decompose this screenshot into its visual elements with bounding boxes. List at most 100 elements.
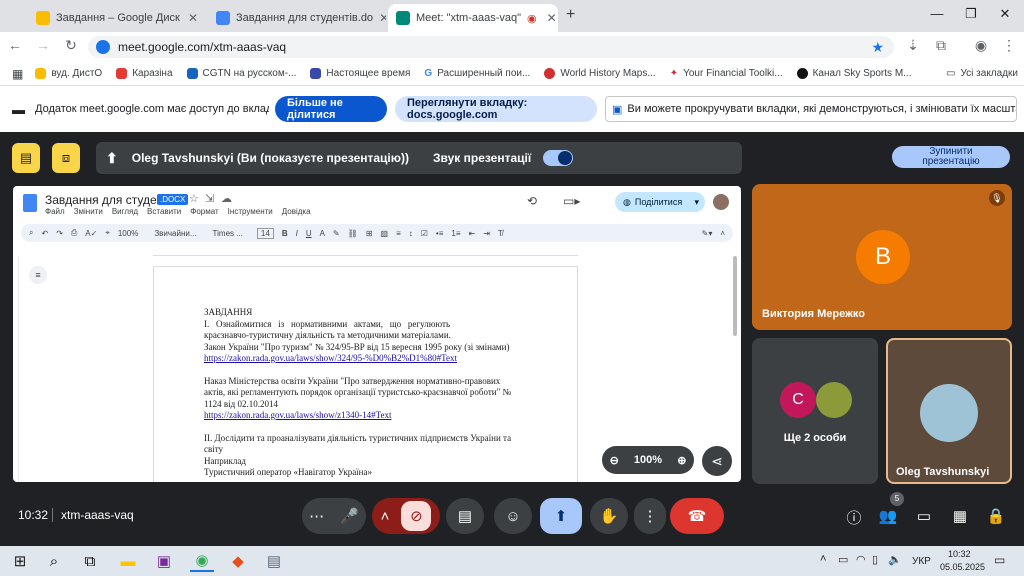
doc-link[interactable]: https://zakon.rada.gov.ua/laws/show/324/…	[204, 353, 549, 365]
chat-icon[interactable]: ▭	[914, 507, 934, 525]
activities-icon[interactable]: ▦	[950, 507, 970, 525]
style-select[interactable]: Звичайни...	[154, 229, 196, 238]
profile-icon[interactable]: ◉	[972, 37, 990, 54]
font-select[interactable]: Times ...	[213, 229, 243, 238]
bookmark-item[interactable]: ✦ Your Financial Toolki...	[670, 68, 783, 79]
align-icon[interactable]: ≡	[396, 229, 401, 238]
camera-control[interactable]: ˄ ⊘	[372, 498, 440, 534]
present-button[interactable]: ⬆	[540, 498, 582, 534]
redo-icon[interactable]: ↷	[56, 229, 63, 238]
clock-date[interactable]: 05.05.2025	[940, 562, 985, 572]
self-tile[interactable]: Oleg Tavshunskyi	[886, 338, 1012, 484]
zoom-out-icon[interactable]: ⊖	[610, 454, 619, 467]
minimize-button[interactable]: —	[922, 6, 952, 21]
spellcheck-icon[interactable]: A✓	[85, 229, 97, 238]
leave-call-button[interactable]: ☎	[670, 498, 724, 534]
sound-toggle[interactable]	[543, 150, 574, 166]
people-icon[interactable]: 👥	[878, 507, 898, 525]
raise-hand-button[interactable]: ✋	[590, 498, 628, 534]
maximize-button[interactable]: ❐	[956, 6, 986, 22]
doc-share-button[interactable]: ◍ Поділитися ▾	[615, 192, 705, 212]
tray-app-icon[interactable]: ▭	[838, 553, 848, 566]
zoom-in-icon[interactable]: ⊕	[677, 454, 686, 467]
extensions-icon[interactable]: ⧉	[932, 37, 950, 54]
bookmark-item[interactable]: CGTN на русском-...	[186, 68, 296, 79]
zoom-select[interactable]: 100%	[118, 229, 138, 238]
chevron-up-icon[interactable]: ˄	[720, 229, 725, 238]
print-icon[interactable]: ⎙	[71, 228, 77, 238]
view-tab-button[interactable]: Переглянути вкладку: docs.google.com	[395, 96, 597, 122]
notifications-icon[interactable]: ▭	[994, 553, 1005, 567]
italic-icon[interactable]: I	[296, 229, 298, 238]
bookmark-item[interactable]: Настоящее время	[310, 68, 410, 79]
office-app-icon[interactable]: ◆	[226, 550, 250, 572]
start-icon[interactable]: ⊞	[8, 550, 32, 572]
doc-page[interactable]: ЗАВДАННЯ І. Ознайомитися із нормативними…	[153, 266, 578, 482]
checklist-icon[interactable]: ☑	[421, 229, 428, 238]
language-indicator[interactable]: УКР	[912, 556, 931, 567]
apps-icon[interactable]: ▦	[12, 67, 23, 81]
bookmark-star-icon[interactable]: ★	[871, 39, 884, 56]
bold-icon[interactable]: B	[282, 229, 288, 238]
underline-icon[interactable]: U	[306, 229, 312, 238]
emoji-button[interactable]: ☺	[494, 498, 532, 534]
stop-sharing-button[interactable]: Більше не ділитися	[275, 96, 387, 122]
indent-icon[interactable]: ⇤	[469, 229, 476, 238]
text-color-icon[interactable]: A	[320, 229, 325, 238]
edit-mode-icon[interactable]: ✎▾	[702, 229, 713, 238]
close-icon[interactable]: ✕	[547, 11, 557, 25]
clock-time[interactable]: 10:32	[948, 549, 971, 559]
participant-tile[interactable]: 🎙 B Виктория Мережко	[752, 184, 1012, 330]
save-app-icon[interactable]: ▣	[152, 550, 176, 572]
tab-drive[interactable]: Завдання – Google Диск ✕	[28, 4, 206, 32]
task-view-icon[interactable]: ⧉	[78, 550, 102, 572]
forward-icon[interactable]: →	[34, 37, 52, 53]
menu-insert[interactable]: Вставити	[147, 207, 181, 216]
more-options-button[interactable]: ⋮	[634, 498, 666, 534]
numbered-list-icon[interactable]: 1≡	[451, 229, 460, 238]
chrome-icon[interactable]: ◉	[190, 550, 214, 572]
all-bookmarks[interactable]: ▭ Усі закладки	[946, 68, 1018, 79]
reload-icon[interactable]: ↻	[62, 37, 80, 54]
info-icon[interactable]: ⓘ	[844, 507, 864, 528]
host-controls-icon[interactable]: 🔒	[986, 507, 1006, 525]
close-icon[interactable]: ✕	[188, 11, 198, 25]
menu-help[interactable]: Довідка	[282, 207, 311, 216]
menu-tools[interactable]: Інструменти	[228, 207, 273, 216]
link-icon[interactable]: ⛓	[348, 229, 358, 238]
bookmark-item[interactable]: G Расширенный пои...	[424, 68, 530, 79]
history-icon[interactable]: ⟲	[527, 194, 537, 208]
bookmark-item[interactable]: Канал Sky Sports M...	[796, 68, 912, 79]
tray-chevron-icon[interactable]: ˄	[820, 553, 826, 565]
bookmark-item[interactable]: World History Maps...	[544, 68, 656, 79]
volume-icon[interactable]: 🔈	[888, 553, 902, 566]
site-info-icon[interactable]	[96, 40, 110, 54]
shared-doc-view[interactable]: Завдання для студентів .DOCX ☆ ⇲ ☁ Файл …	[13, 186, 741, 482]
menu-file[interactable]: Файл	[45, 207, 65, 216]
indent-more-icon[interactable]: ⇥	[483, 229, 490, 238]
menu-view[interactable]: Вигляд	[112, 207, 138, 216]
bookmark-item[interactable]: Каразіна	[116, 68, 173, 79]
doc-link[interactable]: https://zakon.rada.gov.ua/laws/show/z134…	[204, 410, 549, 422]
image-icon[interactable]: ▨	[381, 229, 389, 238]
captions-pin-icon[interactable]: ▤	[12, 143, 40, 173]
share-icon[interactable]: ⋖	[702, 446, 732, 476]
captions-button[interactable]: ▤	[446, 498, 484, 534]
move-icon[interactable]: ⇲	[205, 192, 214, 205]
chevron-up-icon[interactable]: ˄	[381, 508, 390, 525]
star-icon[interactable]: ☆	[189, 192, 199, 205]
address-bar[interactable]: meet.google.com/xtm-aaas-vaq ★	[88, 36, 894, 58]
battery-icon[interactable]: ▯	[872, 553, 878, 566]
menu-icon[interactable]: ⋮	[1000, 37, 1018, 54]
comment-icon[interactable]: ⊞	[366, 229, 373, 238]
camera-off-icon[interactable]: ⊘	[401, 501, 432, 531]
layout-icon[interactable]: ⧈	[52, 143, 80, 173]
camera-icon[interactable]: ▭▸	[563, 194, 580, 208]
back-icon[interactable]: ←	[6, 37, 24, 53]
pin-icon[interactable]: ⇣	[904, 37, 922, 54]
search-icon[interactable]: ⌕	[29, 228, 33, 238]
avatar[interactable]	[713, 194, 729, 210]
more-participants-tile[interactable]: C Ще 2 особи	[752, 338, 878, 484]
menu-format[interactable]: Формат	[190, 207, 218, 216]
clear-format-icon[interactable]: T̸	[498, 229, 503, 238]
